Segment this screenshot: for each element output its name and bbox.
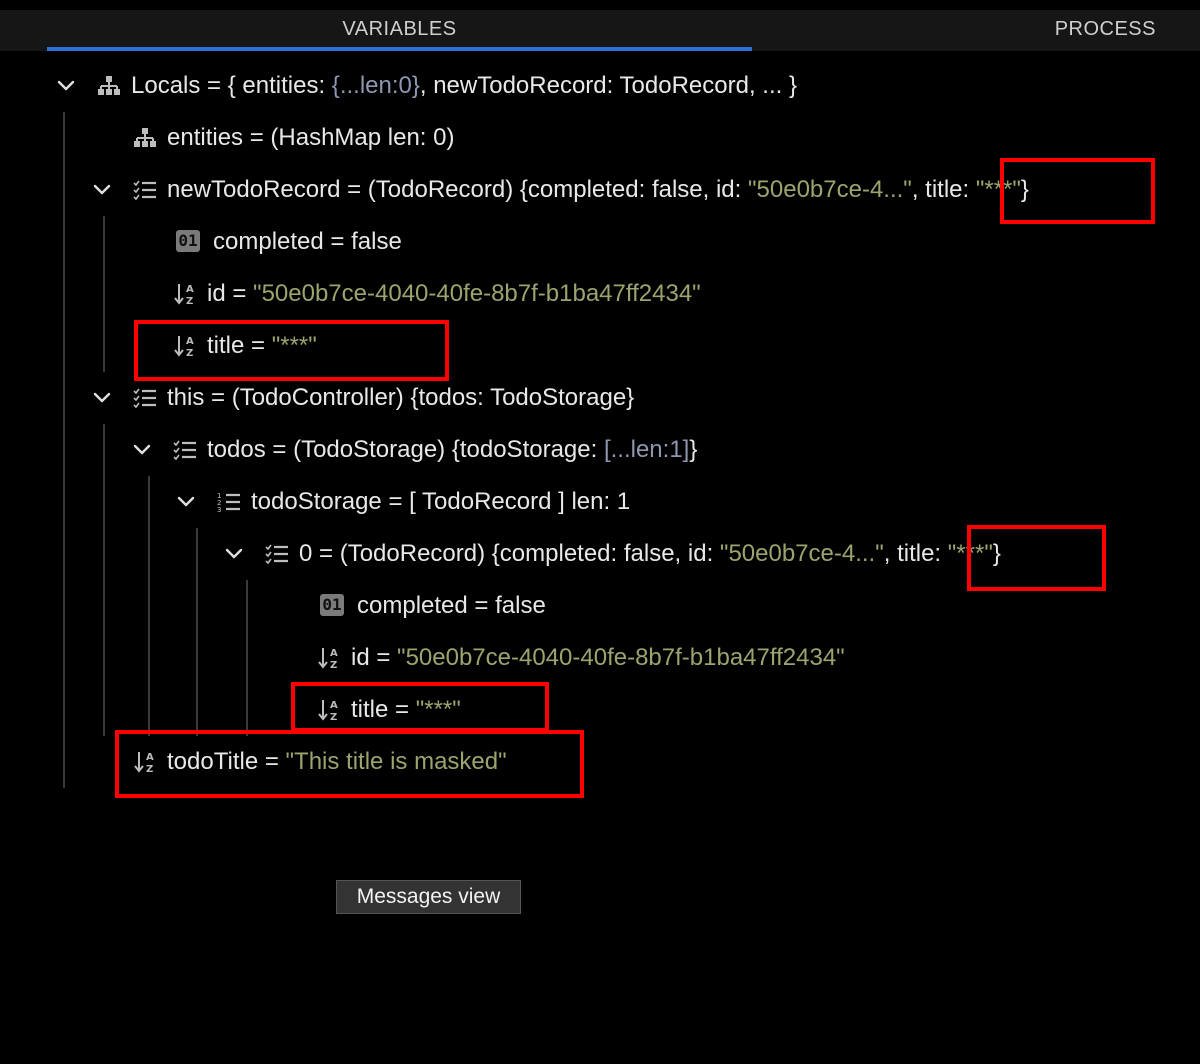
id-preview: "50e0b7ce-4..." xyxy=(719,540,884,567)
var-name: completed xyxy=(213,228,324,255)
numbered-list-icon xyxy=(216,489,242,515)
checklist-icon xyxy=(172,437,198,463)
var-value: "50e0b7ce-4040-40fe-8b7f-b1ba47ff2434" xyxy=(253,280,701,307)
checklist-icon xyxy=(132,385,158,411)
tree-row-locals[interactable]: Locals = { entities: {...len:0}, newTodo… xyxy=(0,60,1200,112)
var-value: [ TodoRecord ] len: 1 xyxy=(409,488,631,515)
tree-row-todoStorage[interactable]: todoStorage = [ TodoRecord ] len: 1 xyxy=(0,476,1200,528)
var-value: (TodoController) {todos: TodoStorage} xyxy=(231,384,635,411)
boolean-icon: 01 xyxy=(320,594,344,616)
highlight-box xyxy=(134,320,449,381)
var-value: "50e0b7ce-4040-40fe-8b7f-b1ba47ff2434" xyxy=(397,644,845,671)
var-name: Locals xyxy=(131,72,201,99)
var-name: newTodoRecord xyxy=(167,176,341,203)
chevron-down-icon[interactable] xyxy=(92,180,112,200)
tree-row-todos[interactable]: todos = (TodoStorage) {todoStorage: [...… xyxy=(0,424,1200,476)
tab-process[interactable]: PROCESS xyxy=(1000,10,1200,51)
sort-az-icon xyxy=(173,281,199,307)
checklist-icon xyxy=(264,541,290,567)
var-name: id xyxy=(207,280,226,307)
chevron-down-icon[interactable] xyxy=(132,440,152,460)
boolean-icon: 01 xyxy=(176,230,200,252)
entities-preview: {...len:0} xyxy=(331,72,420,99)
tree-row-title[interactable]: title = "***" xyxy=(0,684,1200,736)
var-name: todos xyxy=(207,436,266,463)
var-value: false xyxy=(495,592,546,619)
messages-view-button[interactable]: Messages view xyxy=(336,880,521,914)
highlight-box xyxy=(1000,158,1155,224)
chevron-down-icon[interactable] xyxy=(92,388,112,408)
checklist-icon xyxy=(132,177,158,203)
tree-row-id[interactable]: id = "50e0b7ce-4040-40fe-8b7f-b1ba47ff24… xyxy=(0,632,1200,684)
chevron-down-icon[interactable] xyxy=(56,76,76,96)
var-name: this xyxy=(167,384,205,411)
var-name: todoStorage xyxy=(251,488,382,515)
id-preview: "50e0b7ce-4..." xyxy=(748,176,912,203)
chevron-down-icon[interactable] xyxy=(176,492,196,512)
tab-variables[interactable]: VARIABLES xyxy=(47,10,752,51)
panel-tab-bar: VARIABLES PROCESS xyxy=(0,10,1200,51)
var-name: 0 xyxy=(299,540,313,567)
highlight-box xyxy=(967,525,1106,591)
chevron-down-icon[interactable] xyxy=(224,544,244,564)
var-value: false xyxy=(351,228,402,255)
highlight-box xyxy=(291,682,549,732)
array-preview: [...len:1] xyxy=(603,436,690,463)
highlight-box xyxy=(115,730,584,798)
var-name: completed xyxy=(357,592,468,619)
var-name: entities xyxy=(167,124,244,151)
tree-row-entities[interactable]: entities = (HashMap len: 0) xyxy=(0,112,1200,164)
tree-row-id[interactable]: id = "50e0b7ce-4040-40fe-8b7f-b1ba47ff24… xyxy=(0,268,1200,320)
hierarchy-icon xyxy=(132,125,158,151)
hierarchy-icon xyxy=(96,73,122,99)
sort-az-icon xyxy=(317,645,343,671)
var-name: id xyxy=(351,644,370,671)
var-value: (HashMap len: 0) xyxy=(270,124,455,151)
